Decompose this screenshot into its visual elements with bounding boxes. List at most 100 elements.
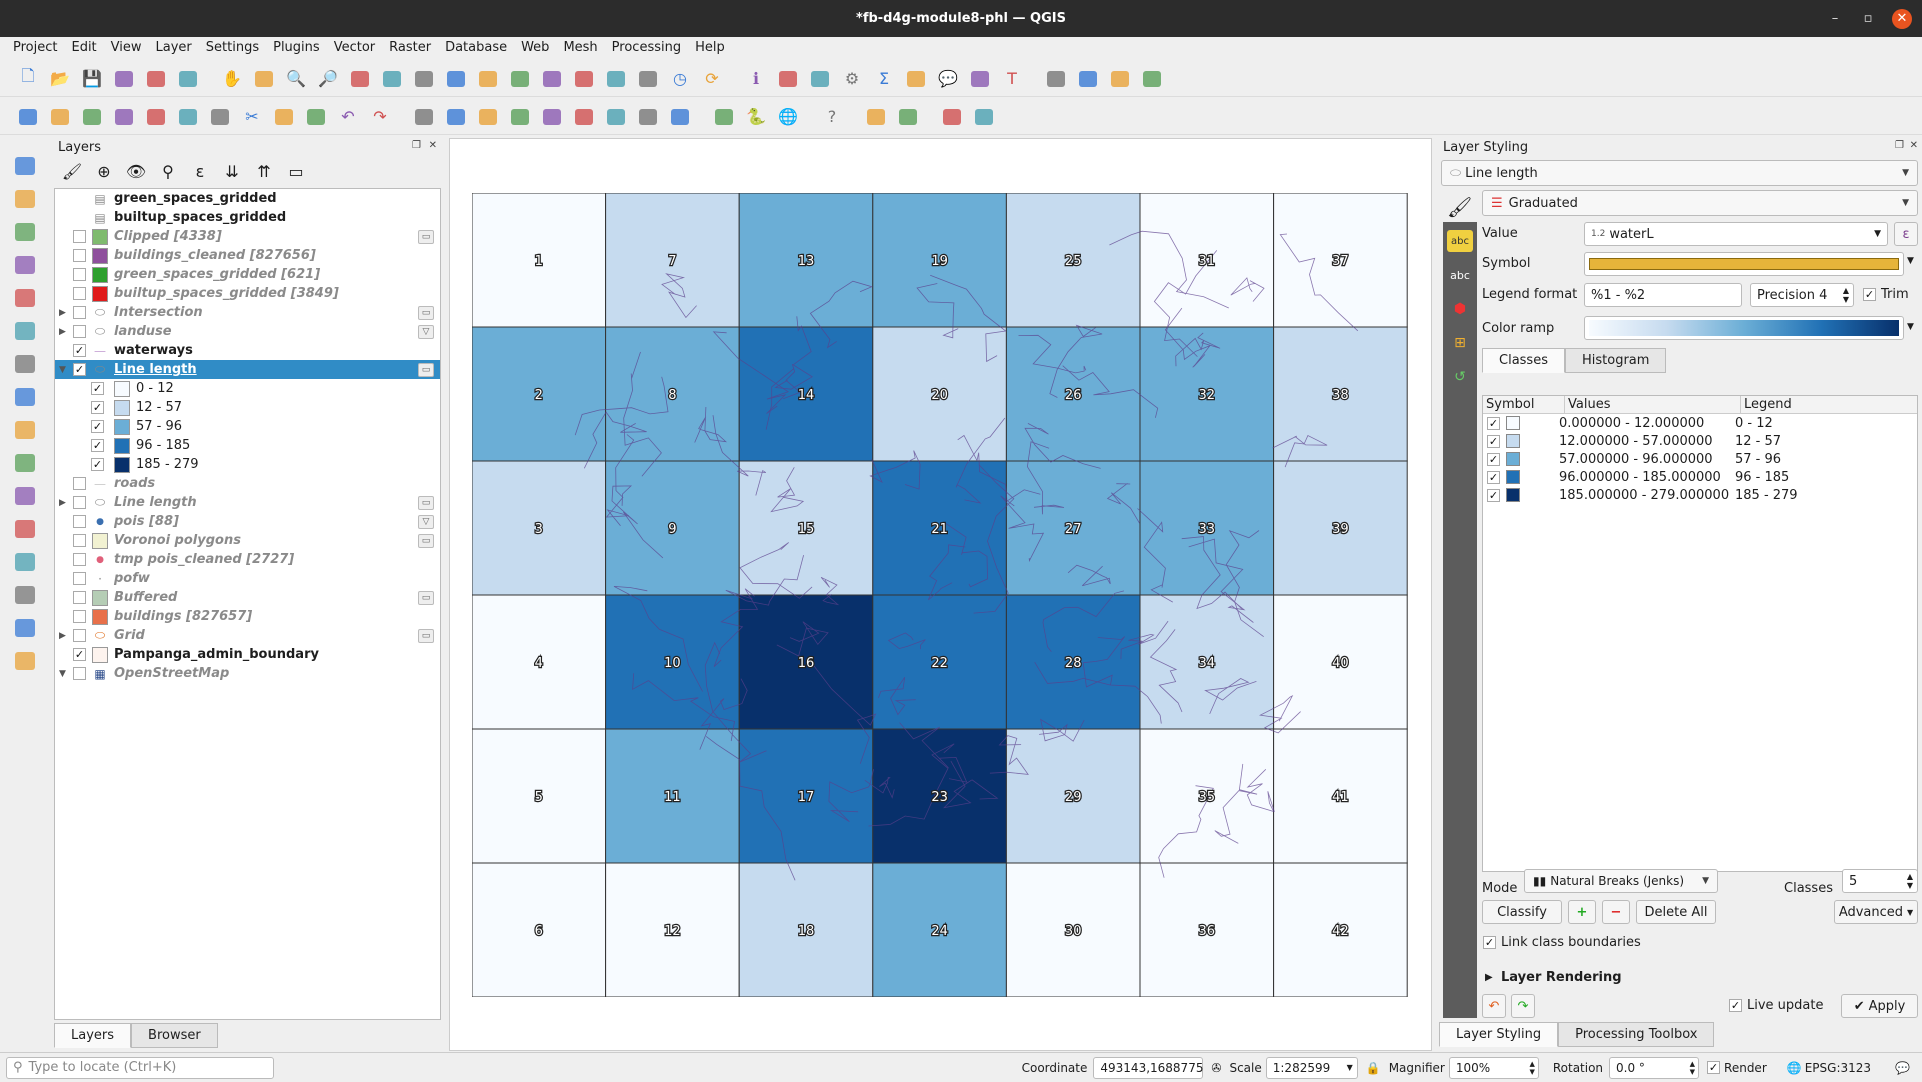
label-tool-icon[interactable] <box>410 103 438 131</box>
new-bookmark-icon[interactable] <box>602 65 630 93</box>
save-edits-icon[interactable] <box>78 103 106 131</box>
plugin-b-icon[interactable] <box>894 103 922 131</box>
redo-icon[interactable]: ↷ <box>366 103 394 131</box>
add-wfs-icon[interactable] <box>11 548 39 576</box>
plugin-a-icon[interactable] <box>862 103 890 131</box>
visibility-checkbox[interactable] <box>73 477 86 490</box>
menu-view[interactable]: View <box>104 37 149 59</box>
masks-icon[interactable]: abc <box>1447 264 1473 286</box>
visibility-checkbox[interactable] <box>73 591 86 604</box>
class-visibility-checkbox[interactable]: ✓ <box>1487 470 1500 484</box>
menu-web[interactable]: Web <box>514 37 556 59</box>
select-by-value-icon[interactable] <box>1074 65 1102 93</box>
layer-item[interactable]: ▼ ▦ OpenStreetMap <box>55 664 440 683</box>
class-values[interactable]: 96.000000 - 185.000000 <box>1556 470 1732 485</box>
add-class-button[interactable]: + <box>1568 900 1596 924</box>
menu-help[interactable]: Help <box>688 37 732 59</box>
crs-button[interactable]: EPSG:3123 <box>1805 1061 1871 1075</box>
magnifier-spinbox[interactable]: 100% ▲ ▼ <box>1448 1056 1539 1079</box>
legend-class-item[interactable]: ✓ 185 - 279 <box>55 455 440 474</box>
class-symbol-swatch[interactable] <box>1506 470 1520 484</box>
float-panel-icon[interactable]: ❐ <box>412 140 421 151</box>
style-manager-icon[interactable]: 🖌 <box>58 157 86 185</box>
rotation-spinbox[interactable]: 0.0 ° ▲ ▼ <box>1609 1056 1700 1079</box>
add-spatialite-icon[interactable] <box>11 251 39 279</box>
graduated-grid-map[interactable]: 1234567891011121314151617181920212223242… <box>472 193 1408 997</box>
history-icon[interactable]: ↺ <box>1447 366 1473 388</box>
menu-processing[interactable]: Processing <box>605 37 688 59</box>
tab-layers[interactable]: Layers <box>54 1023 132 1048</box>
legend-format-input[interactable]: %1 - %2 <box>1584 283 1742 307</box>
undo-style-button[interactable]: ↶ <box>1482 994 1506 1018</box>
expand-arrow-icon[interactable]: ▶ <box>59 498 69 508</box>
add-vector-icon[interactable] <box>11 152 39 180</box>
class-row[interactable]: ✓ 185.000000 - 279.000000 185 - 279 <box>1483 486 1917 504</box>
layer-item[interactable]: ▶ ⬭ landuse ▽ <box>55 322 440 341</box>
menu-raster[interactable]: Raster <box>382 37 438 59</box>
scale-select[interactable]: 1:282599 ▼ <box>1265 1056 1358 1079</box>
copy-icon[interactable] <box>270 103 298 131</box>
attribute-table-icon[interactable] <box>774 65 802 93</box>
plugin-c-icon[interactable] <box>970 103 998 131</box>
layer-item[interactable]: Voronoi polygons ▭ <box>55 531 440 550</box>
zoom-layer-icon[interactable] <box>410 65 438 93</box>
symbology-brush-icon[interactable]: 🖌 <box>1447 195 1472 219</box>
tab-histogram[interactable]: Histogram <box>1564 348 1667 373</box>
class-values[interactable]: 57.000000 - 96.000000 <box>1556 452 1732 467</box>
visibility-icon[interactable]: 👁 <box>122 157 150 185</box>
layer-item[interactable]: Buffered ▭ <box>55 588 440 607</box>
spin-arrows-icon[interactable]: ▲ ▼ <box>1690 1060 1695 1076</box>
messages-icon[interactable]: 💬 <box>1895 1061 1910 1075</box>
temporary-layer-icon[interactable]: ▭ <box>418 533 434 548</box>
class-row[interactable]: ✓ 0.000000 - 12.000000 0 - 12 <box>1483 414 1917 432</box>
zoom-last-icon[interactable] <box>474 65 502 93</box>
visibility-checkbox[interactable]: ✓ <box>91 401 104 414</box>
visibility-checkbox[interactable]: ✓ <box>91 458 104 471</box>
collapse-arrow-icon[interactable]: ▼ <box>59 669 69 679</box>
expand-arrow-icon[interactable]: ▶ <box>59 631 69 641</box>
redo-style-button[interactable]: ↷ <box>1511 994 1535 1018</box>
undo-icon[interactable]: ↶ <box>334 103 362 131</box>
apply-button[interactable]: ✔ Apply <box>1841 994 1918 1018</box>
layer-item[interactable]: ▼ ✓ ⬭ Line length ▭ <box>55 360 440 379</box>
new-spatialite-icon[interactable] <box>11 449 39 477</box>
text-annotation-icon[interactable]: T <box>998 65 1026 93</box>
mode-select[interactable]: ▮▮ Natural Breaks (Jenks) ▼ <box>1524 869 1718 893</box>
paste-icon[interactable] <box>302 103 330 131</box>
label-move-icon[interactable] <box>538 103 566 131</box>
add-xyz-icon[interactable] <box>11 614 39 642</box>
expand-arrow-icon[interactable]: ▶ <box>59 327 69 337</box>
deselect-icon[interactable] <box>1106 65 1134 93</box>
tab-processing-toolbox[interactable]: Processing Toolbox <box>1558 1022 1715 1047</box>
remove-class-button[interactable]: − <box>1602 900 1630 924</box>
temporary-layer-icon[interactable]: ▭ <box>418 590 434 605</box>
annotation-icon[interactable] <box>966 65 994 93</box>
visibility-checkbox[interactable] <box>73 268 86 281</box>
legend-class-item[interactable]: ✓ 12 - 57 <box>55 398 440 417</box>
refresh-icon[interactable]: ⟳ <box>698 65 726 93</box>
visibility-checkbox[interactable]: ✓ <box>73 344 86 357</box>
legend-class-item[interactable]: ✓ 96 - 185 <box>55 436 440 455</box>
measure-icon[interactable] <box>902 65 930 93</box>
menu-edit[interactable]: Edit <box>64 37 103 59</box>
class-values[interactable]: 12.000000 - 57.000000 <box>1556 434 1732 449</box>
print-layout-icon[interactable] <box>142 65 170 93</box>
new-virtual-icon[interactable] <box>11 482 39 510</box>
layer-item[interactable]: ✓ — waterways <box>55 341 440 360</box>
select-features-icon[interactable] <box>1042 65 1070 93</box>
visibility-checkbox[interactable] <box>73 572 86 585</box>
class-legend[interactable]: 12 - 57 <box>1732 434 1781 449</box>
visibility-checkbox[interactable] <box>73 667 86 680</box>
delete-all-button[interactable]: Delete All <box>1636 900 1716 924</box>
layer-item[interactable]: buildings_cleaned [827656] <box>55 246 440 265</box>
spin-arrows-icon[interactable]: ▲ ▼ <box>1843 286 1849 304</box>
layer-item[interactable]: Clipped [4338] ▭ <box>55 227 440 246</box>
layer-rendering-section[interactable]: Layer Rendering <box>1501 970 1622 985</box>
column-values[interactable]: Values <box>1565 396 1741 413</box>
temporal-icon[interactable]: ◷ <box>666 65 694 93</box>
expression-filter-icon[interactable]: ε <box>186 157 214 185</box>
add-group-icon[interactable]: ⊕ <box>90 157 118 185</box>
class-legend[interactable]: 0 - 12 <box>1732 416 1773 431</box>
diagram-icon[interactable] <box>442 103 470 131</box>
visibility-checkbox[interactable] <box>73 610 86 623</box>
